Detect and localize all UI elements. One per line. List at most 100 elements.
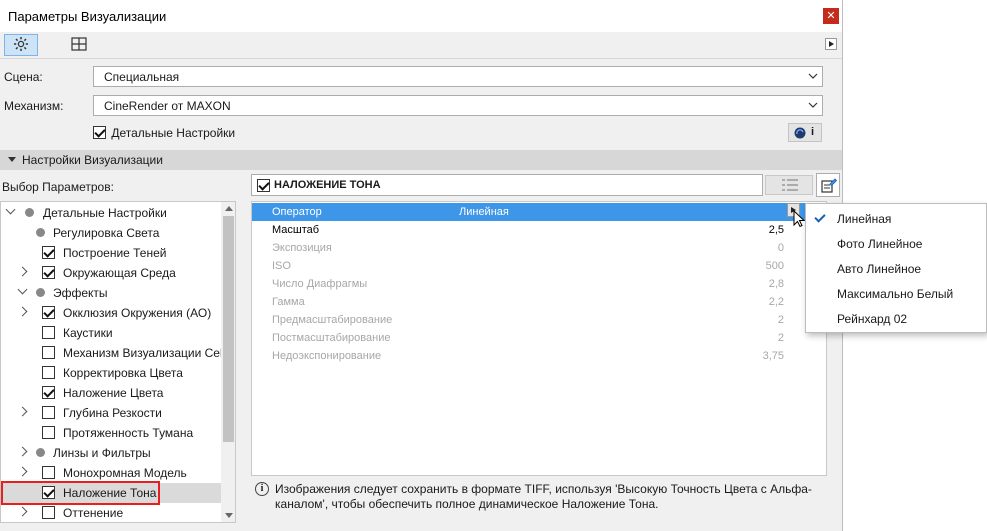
- tree-item-checkbox[interactable]: [42, 506, 55, 519]
- scrollbar-thumb[interactable]: [223, 216, 234, 442]
- chevron-down-icon[interactable]: [5, 204, 16, 215]
- grid-row-value: 2,8: [768, 278, 784, 290]
- grid-row: Недоэкспонирование 3,75: [252, 347, 826, 365]
- grid-row-value: Линейная: [459, 206, 509, 218]
- chevron-right-icon[interactable]: [17, 506, 28, 517]
- tree-item[interactable]: Глубина Резкости: [1, 403, 221, 423]
- detailed-settings-label: Детальные Настройки: [111, 125, 236, 140]
- grid-row: Гамма 2,2: [252, 293, 826, 311]
- scroll-down-icon[interactable]: [225, 513, 233, 518]
- detailed-settings-checkbox[interactable]: [93, 126, 106, 140]
- grid-row[interactable]: Оператор Линейная: [252, 203, 826, 221]
- chevron-down-icon: [808, 70, 818, 79]
- grid-row-value: 0: [777, 242, 784, 254]
- tree-item[interactable]: Детальные Настройки: [1, 203, 221, 223]
- list-icon: [782, 179, 798, 194]
- tree-item[interactable]: Каустики: [1, 323, 221, 343]
- engine-info-button[interactable]: i: [788, 123, 822, 142]
- mouse-cursor-icon: [793, 209, 806, 231]
- popup-menu-item-label: Рейнхард 02: [837, 312, 908, 326]
- tree-item-checkbox[interactable]: [42, 306, 55, 319]
- popup-menu-item[interactable]: Линейная: [806, 206, 986, 231]
- tree-item-label: Детальные Настройки: [43, 206, 167, 220]
- popup-menu-item[interactable]: Фото Линейное: [806, 231, 986, 256]
- title-bar: Параметры Визуализации ✕: [0, 0, 842, 32]
- info-icon: i: [255, 482, 269, 496]
- tree-scrollbar[interactable]: [221, 202, 235, 522]
- params-label: Выбор Параметров:: [2, 180, 114, 194]
- panel-header: НАЛОЖЕНИЕ ТОНА: [251, 174, 763, 196]
- edit-document-icon: [821, 177, 838, 196]
- tree-item-label: Корректировка Цвета: [63, 366, 183, 380]
- window-title: Параметры Визуализации: [8, 9, 167, 24]
- tree-item-checkbox[interactable]: [42, 386, 55, 399]
- tree-item-checkbox[interactable]: [42, 326, 55, 339]
- tree-item-checkbox[interactable]: [42, 346, 55, 359]
- tree-item-label: Наложение Цвета: [63, 386, 164, 400]
- grid-row-value: 2: [777, 332, 784, 344]
- toolbar-more-button[interactable]: [825, 38, 837, 50]
- chevron-right-icon[interactable]: [17, 446, 28, 457]
- group-dot-icon: [36, 288, 45, 297]
- chevron-right-icon[interactable]: [17, 306, 28, 317]
- toolbar: [0, 32, 842, 58]
- tree-item[interactable]: Построение Теней: [1, 243, 221, 263]
- detailed-settings-checkbox-row[interactable]: Детальные Настройки: [93, 125, 235, 140]
- tree-item-label: Протяженность Тумана: [63, 426, 194, 440]
- tree-item[interactable]: Эффекты: [1, 283, 221, 303]
- panel-title: НАЛОЖЕНИЕ ТОНА: [274, 179, 381, 191]
- chevron-right-icon[interactable]: [17, 266, 28, 277]
- tree-item[interactable]: Механизм Визуализации Cel: [1, 343, 223, 363]
- tree-item[interactable]: Оттенение: [1, 503, 221, 522]
- info-text: Изображения следует сохранить в формате …: [275, 482, 812, 511]
- engine-dropdown[interactable]: CineRender от MAXON: [93, 95, 823, 116]
- settings-tab-button[interactable]: [4, 34, 38, 56]
- tree-item[interactable]: Протяженность Тумана: [1, 423, 221, 443]
- tree-item[interactable]: Окклюзия Окружения (АО): [1, 303, 221, 323]
- tree-item-label: Линзы и Фильтры: [53, 446, 151, 460]
- list-view-button[interactable]: [765, 175, 813, 195]
- chevron-right-icon[interactable]: [17, 406, 28, 417]
- tree-item[interactable]: Окружающая Среда: [1, 263, 221, 283]
- tree-item[interactable]: Регулировка Света: [1, 223, 221, 243]
- group-dot-icon: [36, 448, 45, 457]
- tree-item[interactable]: Корректировка Цвета: [1, 363, 221, 383]
- tree-item[interactable]: Наложение Цвета: [1, 383, 221, 403]
- panel-enable-checkbox[interactable]: [257, 179, 270, 192]
- popup-menu-item-label: Максимально Белый: [837, 287, 954, 301]
- tree-item-checkbox[interactable]: [42, 246, 55, 259]
- tree-item-checkbox[interactable]: [42, 366, 55, 379]
- grid-row-name: Предмасштабирование: [272, 314, 393, 326]
- chevron-down-icon[interactable]: [17, 284, 28, 295]
- tree-item-checkbox[interactable]: [42, 266, 55, 279]
- group-dot-icon: [25, 208, 34, 217]
- section-title: Настройки Визуализации: [22, 153, 163, 167]
- popup-menu-item[interactable]: Максимально Белый: [806, 281, 986, 306]
- grid-row: Постмасштабирование 2: [252, 329, 826, 347]
- popup-menu-item-label: Авто Линейное: [837, 262, 922, 276]
- tree-item-checkbox[interactable]: [42, 466, 55, 479]
- edit-button[interactable]: [816, 173, 840, 197]
- tree-item-label: Глубина Резкости: [63, 406, 162, 420]
- preview-tab-button[interactable]: [62, 34, 96, 56]
- tree-item[interactable]: Монохромная Модель: [1, 463, 221, 483]
- close-button[interactable]: ✕: [823, 8, 839, 24]
- grid-row: Предмасштабирование 2: [252, 311, 826, 329]
- tree-item-checkbox[interactable]: [42, 426, 55, 439]
- grid-row-value: 2: [777, 314, 784, 326]
- section-header[interactable]: Настройки Визуализации: [0, 150, 842, 170]
- tree-item-label: Окружающая Среда: [63, 266, 176, 280]
- scene-dropdown[interactable]: Специальная: [93, 66, 823, 87]
- tree-item-checkbox[interactable]: [42, 406, 55, 419]
- gear-icon: [13, 36, 29, 55]
- chevron-right-icon[interactable]: [17, 466, 28, 477]
- grid-row-name: Число Диафрагмы: [272, 278, 368, 290]
- popup-menu-item[interactable]: Авто Линейное: [806, 256, 986, 281]
- highlight-outline: [1, 481, 160, 505]
- scroll-up-icon[interactable]: [225, 206, 233, 211]
- grid-row: Экспозиция 0: [252, 239, 826, 257]
- tree-item[interactable]: Линзы и Фильтры: [1, 443, 221, 463]
- tree-item-label: Монохромная Модель: [63, 466, 187, 480]
- grid-row[interactable]: Масштаб 2,5: [252, 221, 826, 239]
- popup-menu-item[interactable]: Рейнхард 02: [806, 306, 986, 331]
